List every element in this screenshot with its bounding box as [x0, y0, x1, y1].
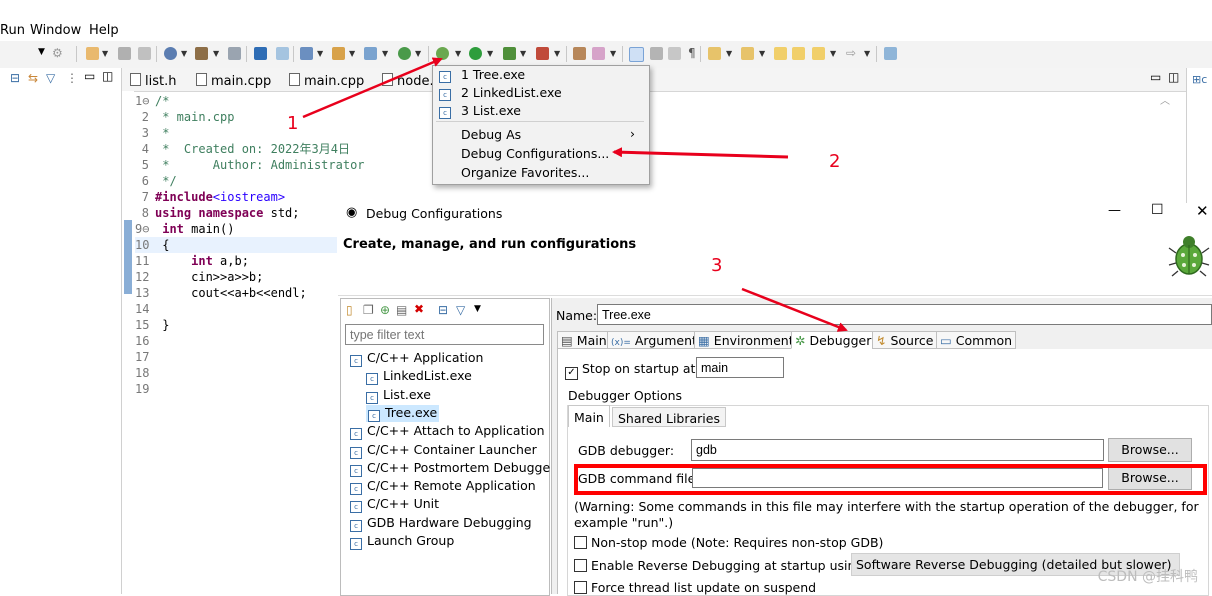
- annotation-2: 2: [829, 151, 841, 172]
- arrow-3: [741, 287, 848, 332]
- annotation-1: 1: [287, 113, 299, 134]
- watermark: CSDN @挂科鸭: [1097, 569, 1198, 585]
- annotation-arrows: [302, 57, 848, 332]
- annotation-3: 3: [711, 255, 723, 276]
- arrow-2: [612, 147, 789, 159]
- arrow-1: [302, 57, 443, 119]
